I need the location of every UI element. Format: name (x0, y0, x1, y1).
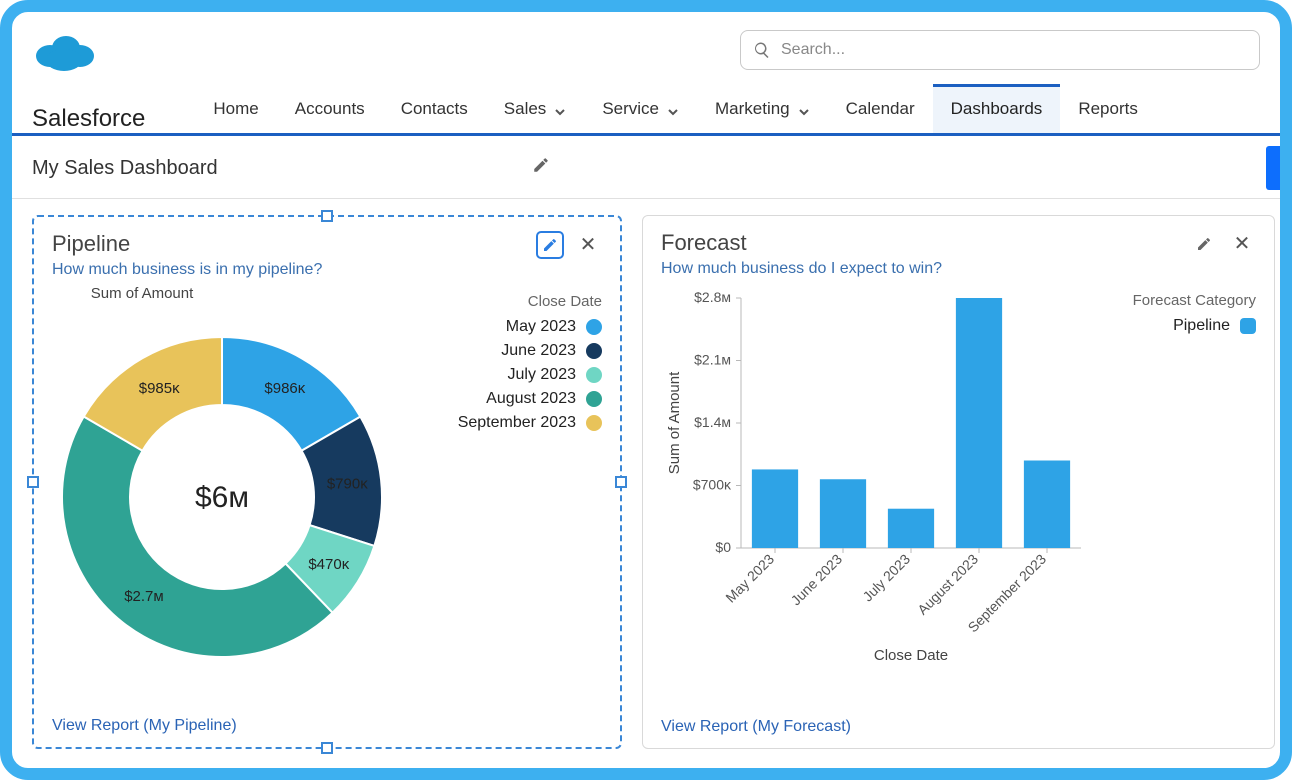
svg-text:$6ᴍ: $6ᴍ (195, 481, 249, 514)
pipeline-title: Pipeline (52, 231, 322, 257)
pipeline-widget[interactable]: Pipeline How much business is in my pipe… (32, 215, 622, 749)
legend-item-label: September 2023 (458, 414, 576, 432)
legend-item: September 2023 (412, 414, 602, 432)
svg-text:$1.4ᴍ: $1.4ᴍ (694, 414, 731, 430)
svg-text:$700ᴋ: $700ᴋ (693, 477, 732, 493)
main-nav: Salesforce Home Accounts Contacts Sales Serv… (12, 82, 1280, 136)
nav-marketing[interactable]: Marketing (697, 84, 828, 133)
nav-contacts[interactable]: Contacts (383, 84, 486, 133)
legend-swatch (586, 343, 602, 359)
pipeline-donut-chart: $986ᴋ $790ᴋ $470ᴋ $2.7ᴍ $985ᴋ $6ᴍ (52, 307, 412, 667)
legend-item-label: July 2023 (508, 366, 577, 384)
nav-label: Reports (1078, 99, 1138, 119)
chevron-down-icon (554, 103, 566, 115)
brand-name: Salesforce (32, 105, 145, 133)
svg-text:$985ᴋ: $985ᴋ (139, 380, 180, 397)
pipeline-legend-title: Close Date (412, 293, 602, 310)
svg-text:July 2023: July 2023 (859, 551, 913, 605)
svg-text:$0: $0 (715, 539, 731, 555)
forecast-subtitle: How much business do I expect to win? (661, 260, 942, 278)
close-widget-button[interactable]: ✕ (1228, 230, 1256, 258)
svg-text:$2.1ᴍ: $2.1ᴍ (694, 352, 731, 368)
nav-service[interactable]: Service (584, 84, 697, 133)
forecast-legend-item-label: Pipeline (1173, 317, 1230, 335)
nav-label: Home (213, 99, 258, 119)
search-icon (753, 41, 771, 59)
forecast-widget[interactable]: Forecast How much business do I expect t… (642, 215, 1275, 749)
legend-swatch (586, 415, 602, 431)
legend-item: July 2023 (412, 366, 602, 384)
forecast-view-report-link[interactable]: View Report (My Forecast) (661, 708, 1256, 736)
nav-dashboards[interactable]: Dashboards (933, 84, 1061, 133)
chevron-down-icon (798, 103, 810, 115)
nav-reports[interactable]: Reports (1060, 84, 1156, 133)
legend-swatch (1240, 318, 1256, 334)
right-panel-accent (1266, 146, 1280, 190)
legend-swatch (586, 319, 602, 335)
nav-label: Marketing (715, 99, 790, 119)
chevron-down-icon (667, 103, 679, 115)
nav-label: Service (602, 99, 659, 119)
legend-swatch (586, 367, 602, 383)
close-widget-button[interactable]: ✕ (574, 231, 602, 259)
donut-title: Sum of Amount (52, 285, 232, 302)
legend-swatch (586, 391, 602, 407)
search-input[interactable] (781, 41, 1247, 59)
legend-item: August 2023 (412, 390, 602, 408)
svg-text:$470ᴋ: $470ᴋ (308, 556, 349, 573)
legend-item: June 2023 (412, 342, 602, 360)
svg-text:August 2023: August 2023 (914, 551, 981, 618)
forecast-title: Forecast (661, 230, 942, 256)
resize-handle-left[interactable] (27, 476, 39, 488)
close-icon: ✕ (1234, 234, 1251, 254)
svg-text:Close Date: Close Date (874, 647, 948, 664)
svg-text:June 2023: June 2023 (788, 551, 846, 609)
forecast-legend-title: Forecast Category (1091, 292, 1256, 309)
pipeline-subtitle: How much business is in my pipeline? (52, 261, 322, 279)
edit-dashboard-title-button[interactable] (532, 156, 556, 180)
nav-label: Contacts (401, 99, 468, 119)
salesforce-logo-icon (32, 28, 96, 72)
svg-text:$986ᴋ: $986ᴋ (264, 380, 305, 397)
nav-calendar[interactable]: Calendar (828, 84, 933, 133)
nav-home[interactable]: Home (195, 84, 276, 133)
resize-handle-top[interactable] (321, 210, 333, 222)
nav-sales[interactable]: Sales (486, 84, 585, 133)
svg-text:$2.7ᴍ: $2.7ᴍ (124, 588, 164, 605)
close-icon: ✕ (580, 235, 597, 255)
global-search[interactable] (740, 30, 1260, 70)
nav-label: Dashboards (951, 99, 1043, 119)
resize-handle-right[interactable] (615, 476, 627, 488)
svg-text:$2.8ᴍ: $2.8ᴍ (694, 289, 731, 305)
nav-label: Calendar (846, 99, 915, 119)
forecast-bar-chart: $0 $700ᴋ $1.4ᴍ $2.1ᴍ $2.8ᴍ May 2023June 2023J… (661, 288, 1091, 668)
resize-handle-bottom[interactable] (321, 742, 333, 754)
edit-widget-button[interactable] (536, 231, 564, 259)
svg-text:Sum of Amount: Sum of Amount (666, 371, 683, 474)
forecast-legend: Forecast Category Pipeline (1091, 288, 1256, 708)
pipeline-legend: Close Date May 2023 June 2023 July 2023 Aug… (412, 289, 602, 707)
legend-item: May 2023 (412, 318, 602, 336)
legend-item-label: June 2023 (501, 342, 576, 360)
nav-label: Sales (504, 99, 547, 119)
edit-widget-button[interactable] (1190, 230, 1218, 258)
legend-item-label: May 2023 (506, 318, 576, 336)
svg-text:$790ᴋ: $790ᴋ (327, 475, 368, 492)
svg-text:May 2023: May 2023 (722, 551, 777, 606)
legend-item-label: August 2023 (486, 390, 576, 408)
nav-accounts[interactable]: Accounts (277, 84, 383, 133)
dashboard-title[interactable]: My Sales Dashboard (32, 157, 532, 180)
pipeline-view-report-link[interactable]: View Report (My Pipeline) (52, 707, 602, 735)
nav-label: Accounts (295, 99, 365, 119)
